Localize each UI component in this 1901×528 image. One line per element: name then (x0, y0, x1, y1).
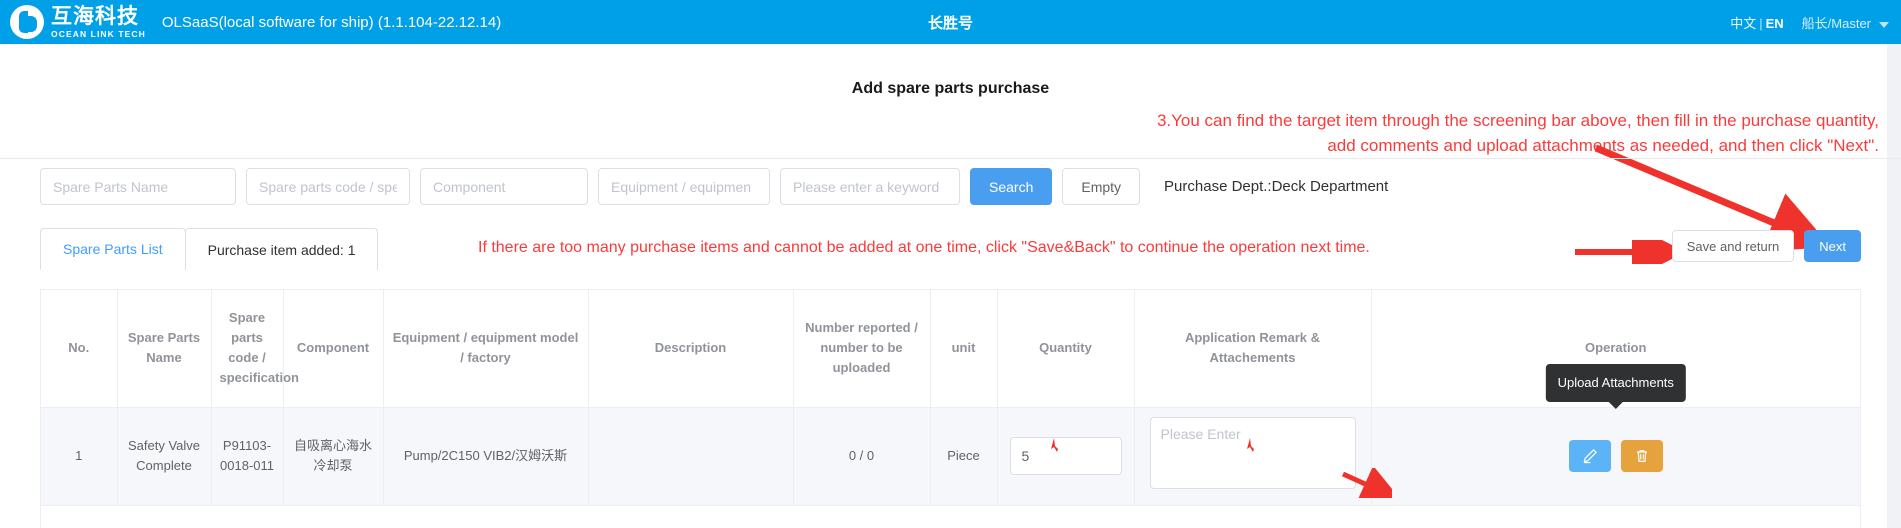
quantity-input[interactable] (1009, 437, 1122, 475)
column-header-description: Description (588, 290, 794, 408)
empty-button[interactable]: Empty (1062, 168, 1141, 205)
cell-spare-parts-name: Safety Valve Complete (117, 407, 212, 506)
brand-name-cn: 互海科技 (51, 4, 139, 28)
user-name-label: 船长/Master (1801, 15, 1871, 31)
table-row: 1 Safety Valve Complete P91103-0018-011 … (41, 363, 1860, 506)
operation-buttons (1380, 440, 1853, 472)
application-remark-textarea[interactable] (1149, 417, 1356, 489)
annotation-tabs: If there are too many purchase items and… (478, 239, 1370, 256)
column-header-application-remark: Application Remark & Attachements (1134, 290, 1372, 408)
next-button[interactable]: Next (1804, 230, 1861, 262)
column-header-no: No. (41, 290, 118, 408)
column-header-spare-parts-name: Spare Parts Name (117, 290, 212, 408)
search-button[interactable]: Search (970, 168, 1053, 205)
annotation-top-line2: add comments and upload attachments as n… (1327, 136, 1879, 155)
language-switcher[interactable]: 中文 | EN (1730, 13, 1783, 32)
tabs-actions: Save and return Next (1671, 230, 1861, 262)
page-scrollbar-gutter[interactable] (1887, 44, 1901, 528)
purchase-department-label: Purchase Dept.:Deck Department (1164, 178, 1389, 195)
language-separator: | (1759, 15, 1763, 31)
trash-icon (1636, 450, 1647, 462)
cell-quantity (997, 407, 1135, 506)
search-input-component[interactable] (420, 168, 588, 205)
cell-number-reported: 0 / 0 (793, 407, 931, 506)
user-menu[interactable]: 船长/Master (1802, 13, 1889, 32)
ocean-link-logo-icon (10, 5, 44, 39)
top-header-bar: 互海科技 OCEAN LINK TECH OLSaaS(local softwa… (0, 0, 1901, 44)
cell-equipment: Pump/2C150 VIB2/汉姆沃斯 (383, 407, 589, 506)
annotation-top: 3.You can find the target item through t… (1157, 108, 1879, 158)
brand-name-en: OCEAN LINK TECH (51, 28, 146, 39)
cell-spare-parts-code: P91103-0018-011 (211, 407, 284, 506)
spare-parts-table: No. Spare Parts Name Spare parts code / … (40, 289, 1861, 528)
app-title: OLSaaS(local software for ship) (1.1.104… (161, 13, 502, 31)
page-title: Add spare parts purchase (851, 80, 1050, 97)
column-header-number-reported: Number reported / number to be uploaded (793, 290, 931, 408)
search-input-keyword[interactable] (780, 168, 960, 205)
column-header-spare-parts-code: Spare parts code / specification (211, 290, 299, 408)
tab-purchase-item-added[interactable]: Purchase item added: 1 (184, 228, 379, 270)
header-right-tools: 中文 | EN 船长/Master (1730, 0, 1889, 44)
search-input-spare-parts-name[interactable] (40, 168, 236, 205)
column-header-quantity: Quantity (997, 290, 1135, 408)
cell-component: 自吸离心海水冷却泵 (283, 407, 384, 506)
column-header-component: Component (283, 290, 384, 408)
cell-unit: Piece (930, 407, 998, 506)
divider-under-header (0, 158, 1901, 159)
chevron-down-icon (1879, 22, 1889, 28)
cell-operation: Upload Attachments (1371, 363, 1860, 506)
upload-attachments-tooltip: Upload Attachments (1545, 363, 1686, 402)
search-input-equipment[interactable] (598, 168, 770, 205)
filter-bar: Search Empty Purchase Dept.:Deck Departm… (40, 168, 1861, 205)
brand-logo[interactable]: 互海科技 OCEAN LINK TECH (0, 5, 146, 39)
delete-row-button[interactable] (1620, 440, 1663, 472)
column-header-unit: unit (930, 290, 998, 408)
cell-description (588, 407, 794, 506)
search-input-spare-parts-code[interactable] (246, 168, 410, 205)
language-cn[interactable]: 中文 (1730, 16, 1756, 31)
language-en[interactable]: EN (1766, 16, 1784, 31)
cell-no: 1 (41, 407, 118, 506)
save-and-return-button[interactable]: Save and return (1671, 230, 1795, 262)
annotation-top-line1: 3.You can find the target item through t… (1156, 111, 1879, 130)
column-header-equipment: Equipment / equipment model / factory (383, 290, 589, 408)
upload-attachments-button[interactable] (1568, 440, 1611, 472)
brand-text: 互海科技 OCEAN LINK TECH (51, 6, 146, 39)
tab-spare-parts-list[interactable]: Spare Parts List (40, 228, 186, 270)
cell-application-remark (1134, 407, 1372, 506)
spare-parts-grid: No. Spare Parts Name Spare parts code / … (41, 290, 1860, 506)
pencil-icon (1583, 449, 1597, 464)
page-root: 互海科技 OCEAN LINK TECH OLSaaS(local softwa… (0, 0, 1901, 528)
